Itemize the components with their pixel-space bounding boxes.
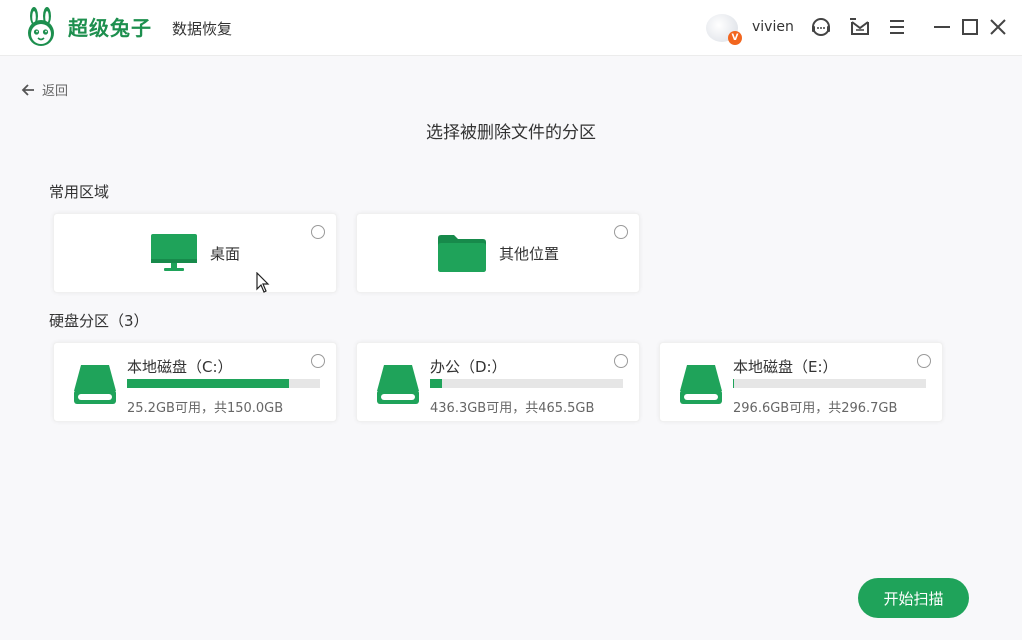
usage-bar-fill [430,379,443,388]
headset-icon[interactable] [809,15,833,39]
partition-size: 25.2GB可用，共150.0GB [127,401,284,416]
mouse-cursor-icon [256,272,270,293]
rabbit-logo-icon [28,7,54,46]
partition-card-c[interactable]: 本地磁盘（C:） 25.2GB可用，共150.0GB [53,342,337,422]
location-card-other[interactable]: 其他位置 [356,213,640,293]
close-icon[interactable] [986,15,1010,39]
radio-partition-e[interactable] [917,354,931,368]
radio-other[interactable] [614,225,628,239]
radio-desktop[interactable] [311,225,325,239]
partition-name: 办公（D:） [430,358,507,376]
usage-bar-fill [733,379,735,388]
arrow-left-icon [21,83,34,96]
radio-partition-c[interactable] [311,354,325,368]
partition-card-e[interactable]: 本地磁盘（E:） 296.6GB可用，共296.7GB [659,342,943,422]
start-scan-button[interactable]: 开始扫描 [858,578,969,618]
location-card-desktop[interactable]: 桌面 [53,213,337,293]
radio-partition-d[interactable] [614,354,628,368]
folder-icon [437,235,486,272]
mail-icon[interactable] [848,15,872,39]
minimize-icon[interactable] [930,15,954,39]
maximize-icon[interactable] [958,15,982,39]
usage-bar-fill [127,379,290,388]
common-section-label: 常用区域 [49,183,110,201]
hard-drive-icon [74,365,116,404]
partition-size: 296.6GB可用，共296.7GB [733,401,898,416]
hard-drive-icon [680,365,722,404]
usage-bar [733,379,926,388]
partition-name: 本地磁盘（C:） [127,358,233,376]
back-label: 返回 [42,84,69,99]
usage-bar [127,379,320,388]
app-subtitle: 数据恢复 [172,20,233,38]
back-button[interactable]: 返回 [20,80,68,99]
username[interactable]: vivien [752,19,794,35]
partition-card-d[interactable]: 办公（D:） 436.3GB可用，共465.5GB [356,342,640,422]
vip-badge: V [728,31,742,45]
usage-bar [430,379,623,388]
monitor-icon [150,234,197,271]
title-bar: 超级兔子 数据恢复 V vivien [0,0,1022,56]
location-label-desktop: 桌面 [209,244,240,263]
app-brand: 超级兔子 [68,16,152,40]
location-label-other: 其他位置 [498,244,559,263]
hard-drive-icon [377,365,419,404]
hamburger-menu-icon[interactable] [885,15,909,39]
partition-size: 436.3GB可用，共465.5GB [430,401,595,416]
page-title: 选择被删除文件的分区 [426,123,596,143]
partition-name: 本地磁盘（E:） [733,358,838,376]
partitions-section-label: 硬盘分区（3） [49,312,149,330]
